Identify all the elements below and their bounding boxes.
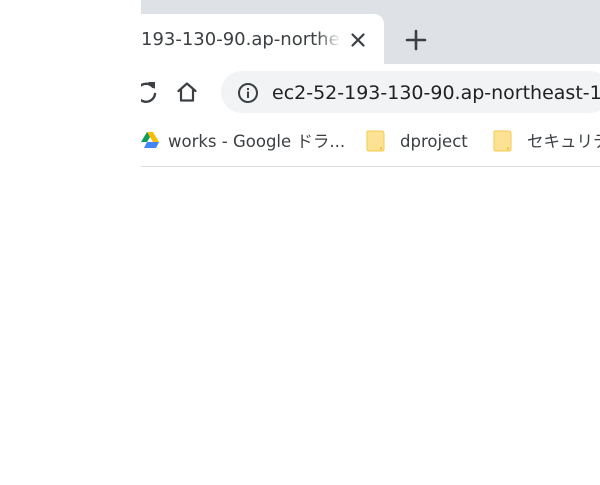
home-icon: [177, 82, 197, 102]
bookmark-dproject[interactable]: dproject: [366, 122, 476, 162]
tab-title-fade: [317, 14, 341, 64]
folder-icon: [493, 130, 512, 152]
bookmark-label: works - Google ドラ...: [168, 132, 346, 151]
active-tab[interactable]: 193-130-90.ap-northeast: [141, 14, 384, 64]
tab-title: 193-130-90.ap-northeast: [141, 29, 341, 50]
bookmark-label: セキュリティ: [527, 132, 600, 151]
plus-icon: [405, 29, 427, 51]
new-tab-button[interactable]: [402, 26, 430, 54]
page-content: [0, 167, 600, 485]
close-icon[interactable]: [347, 29, 369, 51]
bookmark-works-drive[interactable]: works - Google ドラ...: [141, 122, 345, 162]
reload-icon: [141, 82, 157, 103]
google-drive-icon: [141, 132, 159, 148]
url-text[interactable]: ec2-52-193-130-90.ap-northeast-1.: [272, 71, 600, 113]
bookmark-security[interactable]: セキュリティ: [493, 122, 600, 162]
home-button[interactable]: [172, 77, 202, 107]
bookmark-label: dproject: [400, 132, 468, 151]
blank-area: [0, 0, 141, 167]
folder-icon: [366, 130, 385, 152]
reload-button[interactable]: [141, 77, 161, 107]
info-icon[interactable]: [236, 81, 260, 105]
